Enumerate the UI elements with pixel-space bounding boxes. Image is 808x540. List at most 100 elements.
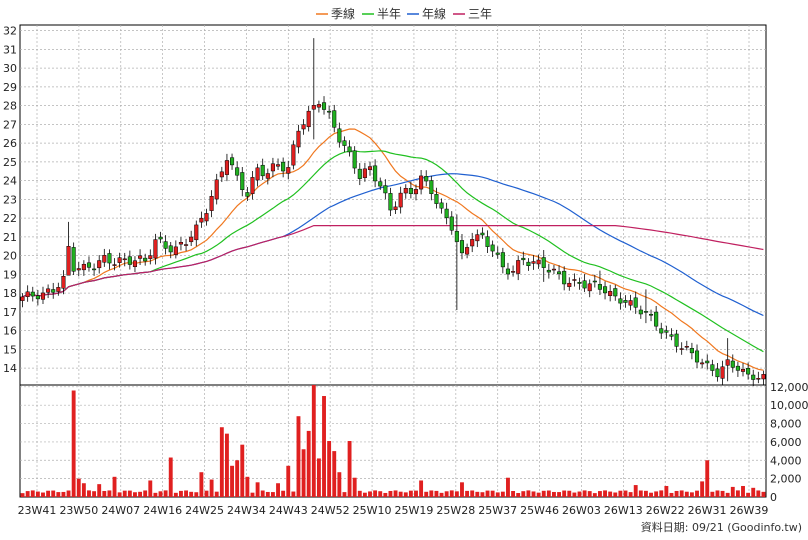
candlestick [270, 157, 275, 178]
candle-body [153, 239, 158, 259]
volume-bar [112, 476, 117, 497]
candle-body [429, 180, 434, 194]
candlestick [449, 211, 454, 235]
candle-body [337, 128, 342, 143]
volume-bar [81, 483, 86, 497]
volume-bar [700, 481, 705, 497]
candle-body [531, 261, 536, 264]
candlestick [143, 253, 148, 266]
candle-body [746, 367, 751, 375]
volume-bar [30, 490, 35, 497]
candle-body [138, 255, 143, 259]
volume-bar [689, 492, 694, 497]
candle-body [444, 208, 449, 219]
candlestick [158, 231, 163, 244]
candle-body [117, 257, 122, 263]
volume-bar [66, 490, 71, 497]
candlestick [209, 190, 214, 218]
volume-bar [495, 492, 500, 497]
volume-bar [638, 490, 643, 497]
candle-body [194, 224, 199, 241]
candlestick [582, 274, 587, 292]
candle-body [148, 255, 153, 259]
volume-bar [516, 493, 521, 497]
candle-body [230, 157, 235, 166]
price-tick-label: 32 [3, 25, 17, 38]
candlestick [710, 359, 715, 377]
candlestick [633, 291, 638, 314]
candlestick [388, 187, 393, 217]
candlestick [184, 238, 189, 252]
volume-bar [214, 491, 219, 497]
candlestick [316, 100, 321, 113]
volume-bar [618, 490, 623, 497]
candlestick [715, 362, 720, 382]
candle-body [388, 193, 393, 211]
volume-bar [730, 486, 735, 497]
time-tick-label: 26W03 [562, 504, 601, 517]
volume-tick-label: 2,000 [770, 473, 802, 486]
candlestick [720, 360, 725, 385]
volume-bar [286, 465, 291, 497]
candlestick [557, 265, 562, 280]
candlestick [327, 106, 332, 119]
candle-body [132, 260, 138, 268]
candlestick [562, 266, 567, 291]
price-tick-label: 27 [3, 118, 17, 131]
candlestick [35, 290, 40, 306]
candlestick [567, 277, 572, 291]
candle-body [316, 104, 321, 108]
volume-bar [669, 492, 674, 497]
volume-bar [173, 492, 178, 497]
candlestick [705, 354, 710, 370]
time-tick-label: 24W16 [143, 504, 182, 517]
price-tick-label: 22 [3, 212, 17, 225]
candle-body [505, 268, 511, 275]
candle-body [664, 330, 669, 333]
volume-bar [270, 492, 275, 497]
candle-body [168, 245, 173, 253]
candlestick [613, 284, 618, 301]
candle-body [669, 334, 674, 337]
volume-bar [603, 490, 607, 497]
candle-body [163, 241, 168, 249]
volume-axis: 0 2,000 4,000 6,000 8,000 10,000 12,000 [770, 381, 808, 504]
candlestick [255, 163, 260, 187]
price-tick-label: 20 [3, 250, 17, 263]
candle-body [51, 289, 56, 293]
candle-body [756, 378, 761, 380]
volume-bar [189, 491, 194, 497]
candle-body [551, 268, 556, 271]
volume-tick-label: 0 [770, 491, 777, 504]
volume-bar [715, 490, 720, 497]
volume-bar [674, 490, 679, 497]
candlestick [659, 322, 664, 339]
time-tick-label: 24W25 [185, 504, 224, 517]
volume-bar [117, 492, 122, 497]
legend: 季線 半年 年線 三年 [316, 6, 492, 21]
time-tick-label: 26W22 [646, 504, 685, 517]
price-axis: 14 15 16 17 18 19 20 21 22 23 24 25 26 27 28 29 30 31 32 [3, 25, 17, 376]
candle-body [751, 374, 756, 380]
candle-body [659, 328, 664, 334]
candlestick [265, 168, 270, 185]
candlestick [403, 184, 408, 199]
volume-bar [684, 491, 689, 497]
candle-body [373, 165, 378, 182]
candlestick [194, 220, 199, 247]
candlestick [240, 167, 245, 197]
time-tick-label: 26W39 [730, 504, 769, 517]
volume-bar [373, 490, 378, 497]
candlestick [756, 371, 761, 384]
candlestick [163, 235, 168, 255]
volume-bar [362, 492, 367, 497]
volume-bars [20, 385, 766, 497]
candle-body [475, 234, 480, 242]
candlestick [30, 286, 35, 302]
volume-bar [633, 485, 638, 497]
candle-body [378, 181, 383, 187]
candle-body [245, 192, 250, 197]
candlestick [46, 284, 51, 299]
volume-bar [87, 490, 91, 497]
volume-bar [710, 491, 715, 497]
